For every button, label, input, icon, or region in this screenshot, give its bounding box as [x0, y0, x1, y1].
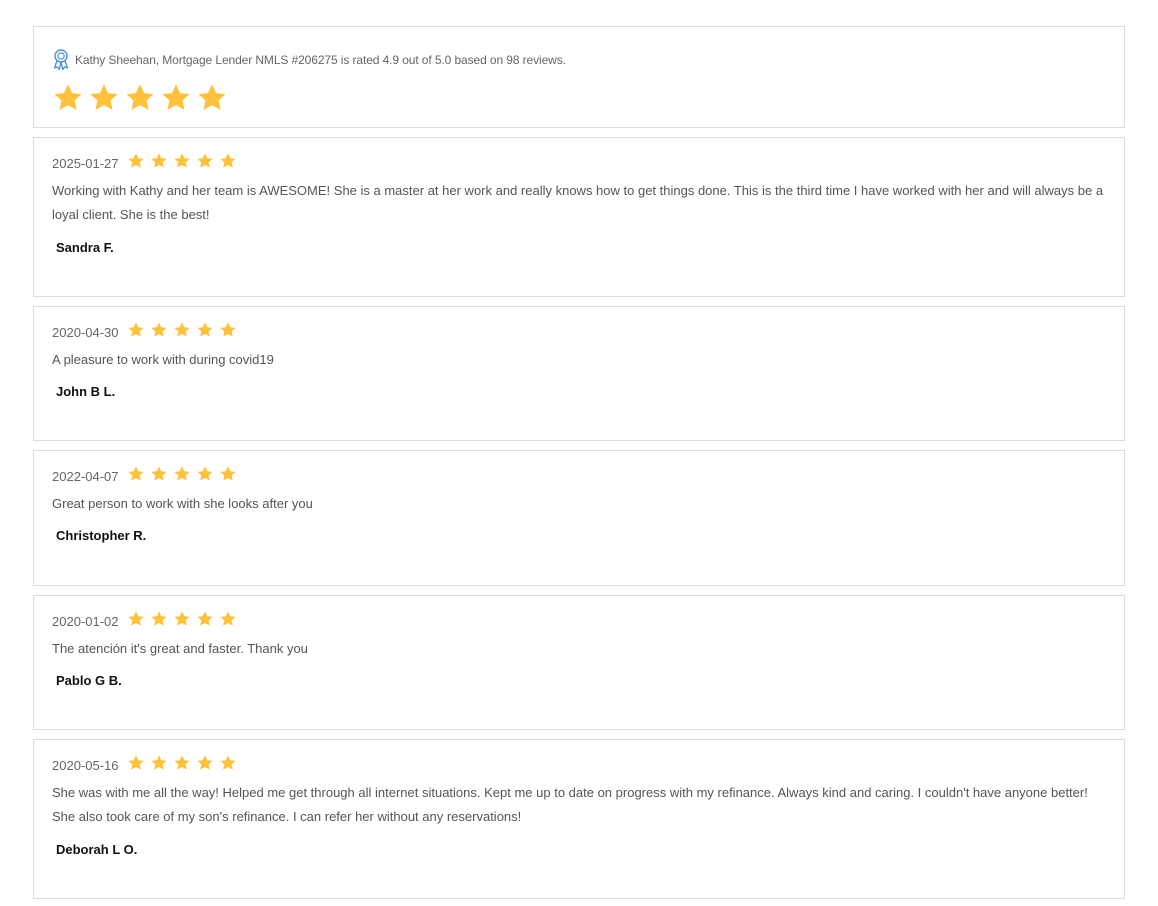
review-star-rating [127, 152, 237, 170]
review-date: 2020-01-02 [52, 613, 119, 629]
star-icon [127, 321, 145, 339]
review-card: 2025-01-27 Working with Kathy and her tea… [33, 137, 1125, 297]
review-header: 2020-04-30 [52, 321, 237, 340]
star-icon [127, 465, 145, 483]
review-author: Sandra F. [56, 240, 114, 255]
star-icon [173, 465, 191, 483]
review-date: 2020-05-16 [52, 757, 119, 773]
review-star-rating [127, 321, 237, 339]
star-icon [160, 82, 192, 114]
star-icon [150, 610, 168, 628]
star-icon [150, 321, 168, 339]
review-card: 2020-01-02 The atención it's great and fa… [33, 595, 1125, 730]
rating-summary-card: Kathy Sheehan, Mortgage Lender NMLS #206… [33, 26, 1125, 128]
star-icon [219, 152, 237, 170]
star-icon [88, 82, 120, 114]
star-icon [196, 82, 228, 114]
review-header: 2020-01-02 [52, 610, 237, 629]
star-icon [196, 754, 214, 772]
review-header: 2020-05-16 [52, 754, 237, 773]
review-author: Christopher R. [56, 528, 147, 543]
star-icon [52, 82, 84, 114]
star-icon [150, 152, 168, 170]
star-icon [127, 152, 145, 170]
review-card: 2020-05-16 She was with me all the way! H… [33, 739, 1125, 899]
rating-summary-text: Kathy Sheehan, Mortgage Lender NMLS #206… [75, 53, 566, 67]
star-icon [219, 321, 237, 339]
star-icon [127, 610, 145, 628]
review-author: John B L. [56, 384, 116, 399]
review-star-rating [127, 465, 237, 483]
review-card: 2022-04-07 Great person to work with she … [33, 450, 1125, 586]
review-star-rating [127, 754, 237, 772]
review-text: She was with me all the way! Helped me g… [52, 785, 1088, 824]
star-icon [196, 152, 214, 170]
star-icon [219, 610, 237, 628]
star-icon [196, 465, 214, 483]
review-header: 2022-04-07 [52, 465, 237, 484]
star-icon [196, 610, 214, 628]
review-author: Pablo G B. [56, 673, 122, 688]
star-icon [127, 754, 145, 772]
star-icon [150, 754, 168, 772]
star-icon [219, 754, 237, 772]
star-icon [173, 152, 191, 170]
review-date: 2025-01-27 [52, 155, 119, 171]
rating-summary-line: Kathy Sheehan, Mortgage Lender NMLS #206… [52, 49, 566, 71]
review-text: A pleasure to work with during covid19 [52, 352, 274, 367]
star-icon [196, 321, 214, 339]
review-card: 2020-04-30 A pleasure to work with during… [33, 306, 1125, 441]
star-icon [219, 465, 237, 483]
star-icon [150, 465, 168, 483]
star-icon [124, 82, 156, 114]
review-author: Deborah L O. [56, 842, 138, 857]
review-date: 2020-04-30 [52, 324, 119, 340]
review-text: The atención it's great and faster. Than… [52, 641, 308, 656]
star-icon [173, 754, 191, 772]
summary-star-rating [52, 82, 228, 114]
review-date: 2022-04-07 [52, 468, 119, 484]
review-header: 2025-01-27 [52, 152, 237, 171]
award-ribbon-icon [52, 49, 70, 71]
review-star-rating [127, 610, 237, 628]
star-icon [173, 321, 191, 339]
review-text: Great person to work with she looks afte… [52, 496, 313, 511]
star-icon [173, 610, 191, 628]
review-text: Working with Kathy and her team is AWESO… [52, 183, 1104, 222]
